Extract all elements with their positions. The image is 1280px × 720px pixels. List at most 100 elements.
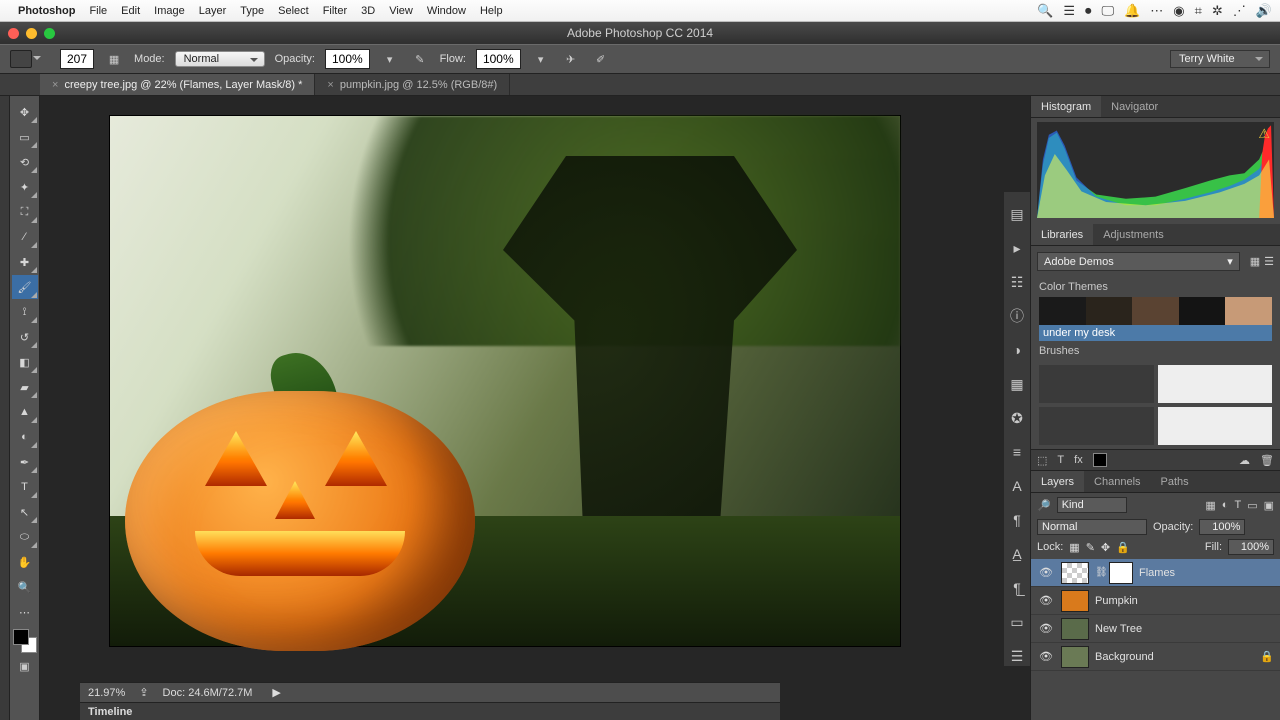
flow-field[interactable]: 100% [476,49,521,69]
layer-row[interactable]: 👁 ⛓ Flames [1031,559,1280,587]
layer-mask-thumbnail[interactable] [1109,562,1133,584]
airbrush-icon[interactable]: ✈ [561,50,581,68]
document-tab-1[interactable]: × creepy tree.jpg @ 22% (Flames, Layer M… [40,74,315,95]
close-tab-icon[interactable]: × [52,79,58,91]
brush-preset[interactable] [1158,407,1273,445]
screen-icon[interactable]: 🖵 [1102,3,1115,19]
more-icon[interactable]: ⋯ [1150,3,1163,19]
type-tool-icon[interactable]: T [12,475,38,499]
list-icon[interactable]: ☰ [1063,3,1075,19]
add-color-icon[interactable] [1093,453,1107,467]
brush-panel-toggle-icon[interactable]: ▦ [104,50,124,68]
adjust-panel-icon[interactable]: ≡ [1007,442,1027,462]
tab-channels[interactable]: Channels [1084,471,1150,492]
dodge-tool-icon[interactable]: ◐ [12,425,38,449]
tab-libraries[interactable]: Libraries [1031,224,1093,245]
char-panel-icon[interactable]: A [1007,476,1027,496]
menu-type[interactable]: Type [240,5,264,17]
filter-shape-icon[interactable]: ▭ [1247,499,1257,512]
color-theme-name[interactable]: under my desk [1039,325,1272,341]
filter-type-icon[interactable]: T [1234,499,1241,512]
para-panel-icon[interactable]: ¶ [1007,510,1027,530]
layer-row[interactable]: 👁 Pumpkin [1031,587,1280,615]
workspace-select[interactable]: Terry White [1170,50,1270,68]
color-panel-icon[interactable]: ◑ [1007,340,1027,360]
menu-view[interactable]: View [389,5,413,17]
brush-preset[interactable] [1158,365,1273,403]
list-view-icon[interactable]: ☰ [1264,255,1274,268]
path-select-tool-icon[interactable]: ↖ [12,500,38,524]
layer-thumbnail[interactable] [1061,618,1089,640]
document-canvas[interactable] [110,116,900,646]
tab-layers[interactable]: Layers [1031,471,1084,492]
timeline-panel-tab[interactable]: Timeline [80,702,780,720]
tab-adjustments[interactable]: Adjustments [1093,224,1174,245]
filter-adjust-icon[interactable]: ◐ [1222,499,1229,512]
brush-size-field[interactable]: 207 [60,49,94,69]
visibility-toggle-icon[interactable]: 👁 [1037,650,1055,663]
notifications-icon[interactable]: 🔔 [1124,3,1140,19]
quick-select-tool-icon[interactable]: ✦ [12,175,38,199]
crop-tool-icon[interactable]: ⛶ [12,200,38,224]
layer-row[interactable]: 👁 Background 🔒 [1031,643,1280,671]
layer-opacity-field[interactable]: 100% [1199,519,1245,535]
record-icon[interactable]: ⏺ [1085,3,1092,19]
mask-link-icon[interactable]: ⛓ [1095,567,1105,578]
blend-mode-select[interactable]: Normal [175,51,265,67]
histogram-warning-icon[interactable]: ⚠ [1258,126,1270,142]
wifi-icon[interactable]: ⋰ [1233,3,1246,19]
panel-dock-left[interactable] [0,96,10,720]
blur-tool-icon[interactable]: ▲ [12,400,38,424]
info-panel-icon[interactable]: ⓘ [1007,306,1027,326]
library-select[interactable]: Adobe Demos▾ [1037,252,1240,271]
edit-toolbar-icon[interactable]: ⋯ [12,600,38,624]
opacity-dropdown-icon[interactable]: ▾ [380,50,400,68]
menu-window[interactable]: Window [427,5,466,17]
tab-navigator[interactable]: Navigator [1101,96,1168,117]
zoom-tool-icon[interactable]: 🔍 [12,575,38,599]
cloud-icon[interactable]: ☁ [1239,454,1250,467]
lock-all-icon[interactable]: 🔒 [1116,541,1130,554]
actions-panel-icon[interactable]: ▸ [1007,238,1027,258]
pressure-size-icon[interactable]: ✐ [591,50,611,68]
spotlight-icon[interactable]: 🔍 [1037,3,1053,19]
sync-icon[interactable]: ✲ [1212,3,1223,19]
menu-help[interactable]: Help [480,5,503,17]
parastyles-panel-icon[interactable]: ¶̲ [1007,578,1027,598]
move-tool-icon[interactable]: ✥ [12,100,38,124]
layer-name[interactable]: Pumpkin [1095,595,1138,607]
styles-panel-icon[interactable]: ✪ [1007,408,1027,428]
app-menu[interactable]: Photoshop [18,5,75,17]
eyedropper-tool-icon[interactable]: ⁄ [12,225,38,249]
menu-3d[interactable]: 3D [361,5,375,17]
brush-preset[interactable] [1039,407,1154,445]
delete-icon[interactable]: 🗑 [1260,454,1274,467]
menu-select[interactable]: Select [278,5,309,17]
lasso-tool-icon[interactable]: ⟲ [12,150,38,174]
menu-file[interactable]: File [89,5,107,17]
document-tab-2[interactable]: × pumpkin.jpg @ 12.5% (RGB/8#) [315,74,510,95]
volume-icon[interactable]: 🔊 [1256,3,1272,19]
eraser-tool-icon[interactable]: ◧ [12,350,38,374]
layer-blend-select[interactable]: Normal [1037,519,1147,535]
lock-position-icon[interactable]: ✥ [1101,541,1110,554]
visibility-toggle-icon[interactable]: 👁 [1037,622,1055,635]
cc-icon[interactable]: ◉ [1173,3,1184,19]
opacity-field[interactable]: 100% [325,49,370,69]
marquee-tool-icon[interactable]: ▭ [12,125,38,149]
lock-pixels-icon[interactable]: ✎ [1086,541,1095,554]
add-graphic-icon[interactable]: ⬚ [1037,454,1047,467]
color-swatches[interactable] [13,629,37,653]
brush-preset[interactable] [1039,365,1154,403]
add-text-icon[interactable]: T [1057,454,1064,466]
shape-tool-icon[interactable]: ⬭ [12,525,38,549]
layer-name[interactable]: New Tree [1095,623,1142,635]
flow-dropdown-icon[interactable]: ▾ [531,50,551,68]
filter-kind-icon[interactable]: 🔎 [1037,499,1051,512]
bluetooth-icon[interactable]: ⌗ [1195,3,1202,19]
status-flyout-icon[interactable]: ▶ [272,686,280,699]
menu-filter[interactable]: Filter [323,5,347,17]
gradient-tool-icon[interactable]: ▰ [12,375,38,399]
close-tab-icon[interactable]: × [327,79,333,91]
add-layerstyle-icon[interactable]: fx [1074,454,1083,466]
